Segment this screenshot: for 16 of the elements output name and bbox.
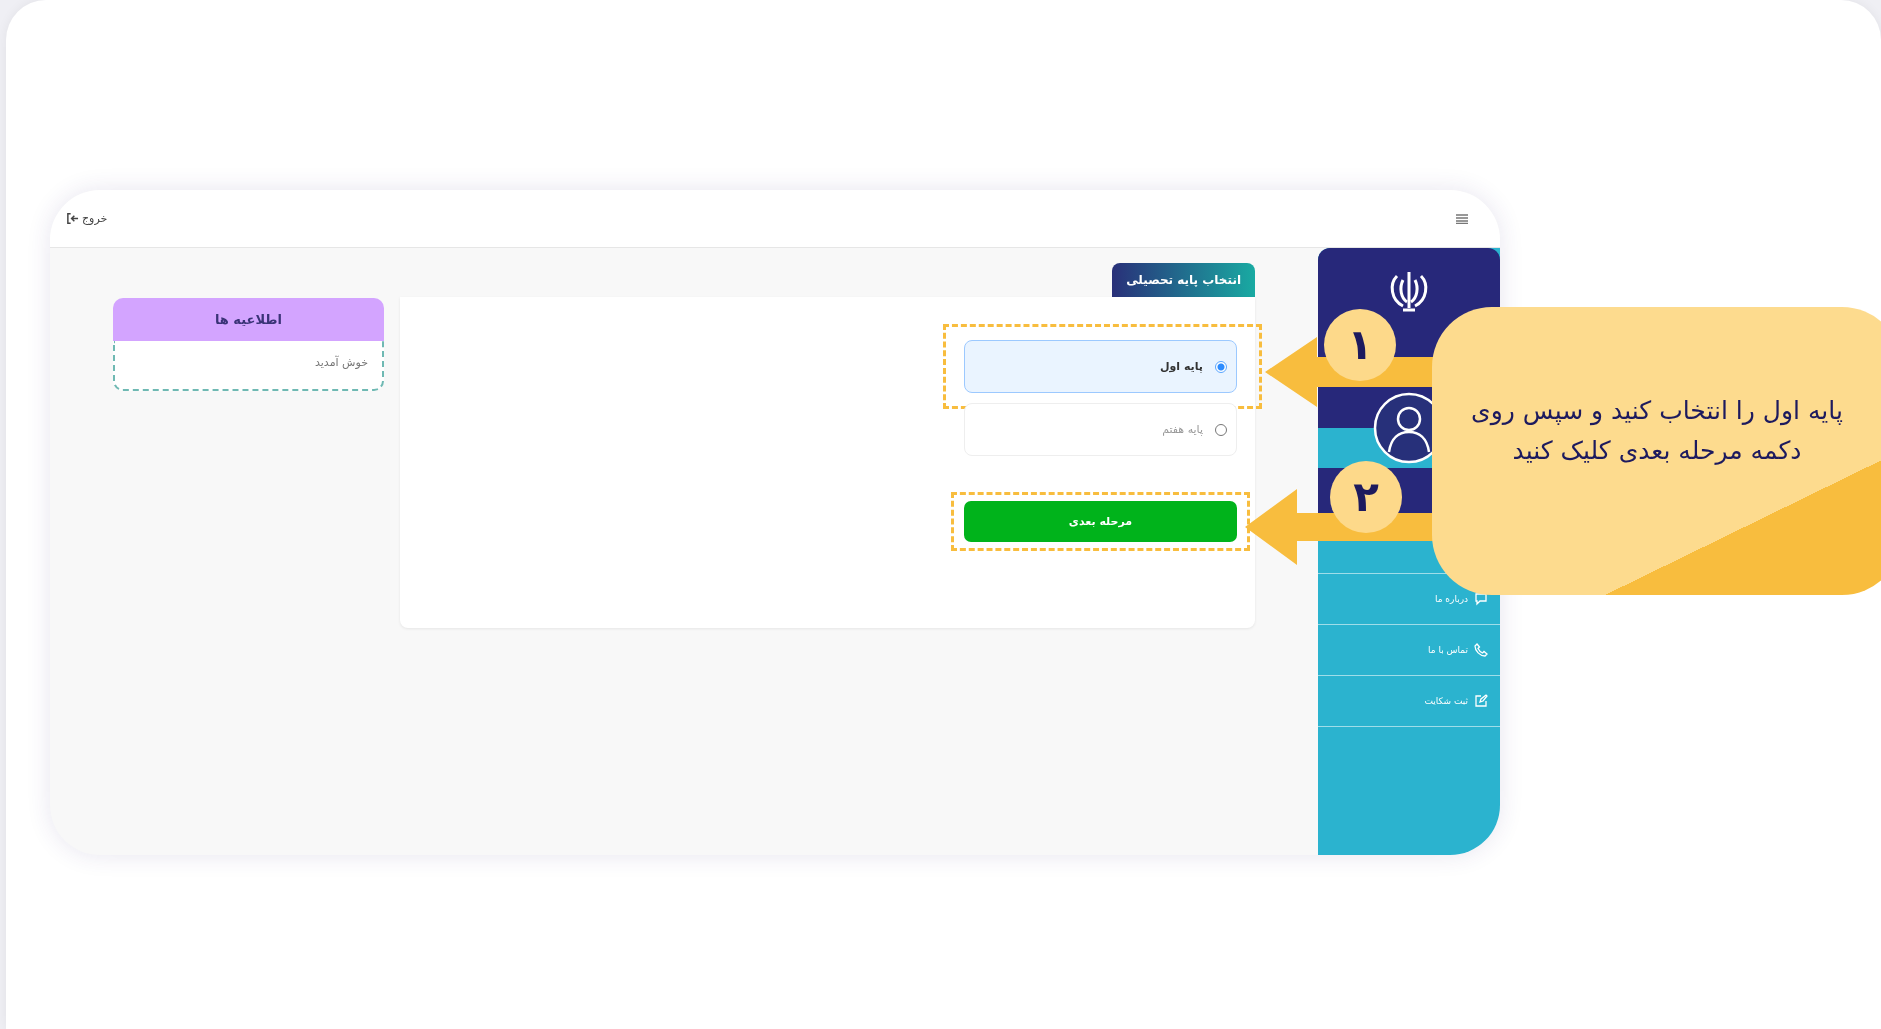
sidebar-item[interactable]: تماس با ما xyxy=(1318,625,1500,676)
logout-link[interactable]: خروج xyxy=(66,212,108,225)
notice-text: خوش آمدید xyxy=(315,356,368,369)
grade-option[interactable]: پایه اول xyxy=(964,340,1237,393)
section-tab[interactable]: انتخاب پایه تحصیلی xyxy=(1112,263,1255,297)
notices-header: اطلاعیه ها xyxy=(113,298,384,341)
sidebar-item[interactable]: ثبت شکایت xyxy=(1318,676,1500,727)
edit-icon xyxy=(1474,694,1488,708)
chat-icon xyxy=(1474,592,1488,606)
menu-icon[interactable] xyxy=(1456,213,1468,224)
logout-icon xyxy=(66,212,79,225)
radio-button[interactable] xyxy=(1215,360,1227,373)
grade-option[interactable]: پایه هفتم xyxy=(964,403,1237,456)
phone-icon xyxy=(1474,643,1488,657)
callout-text: پایه اول را انتخاب کنید و سپس روی دکمه مرحله بعدی کلیک کنید xyxy=(1470,395,1844,467)
next-step-button[interactable]: مرحله بعدی xyxy=(964,501,1237,542)
